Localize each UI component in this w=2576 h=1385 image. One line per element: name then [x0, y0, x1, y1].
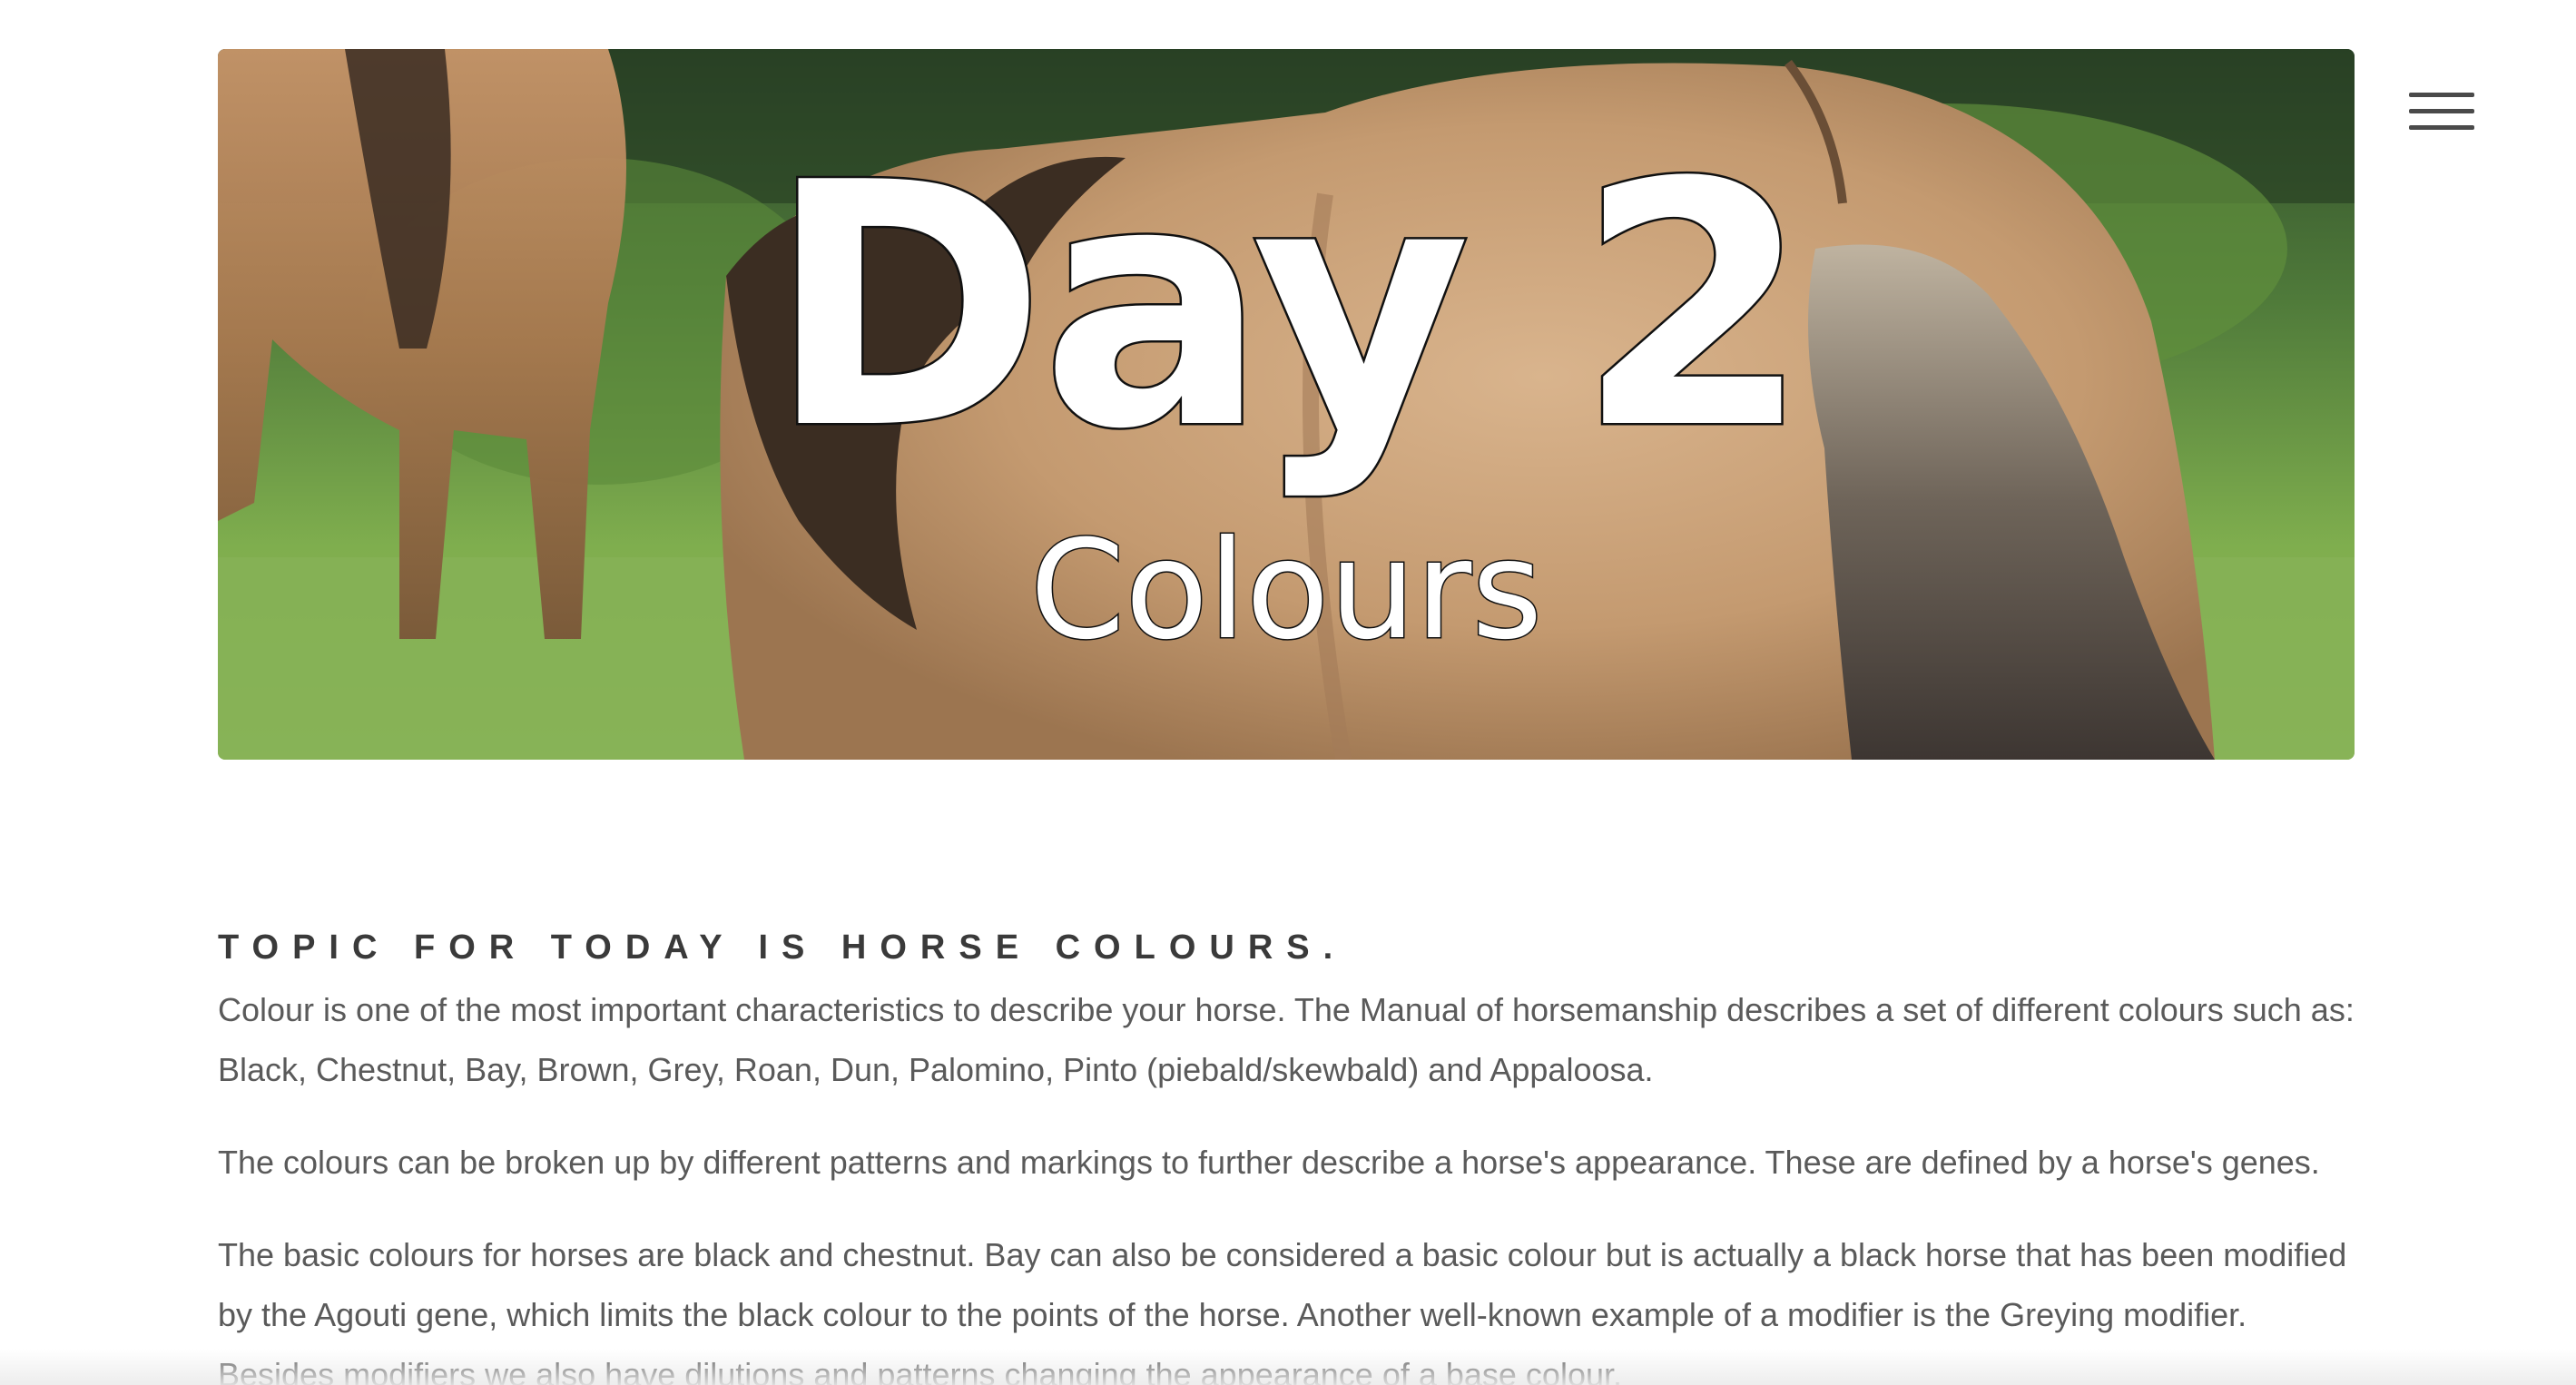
- article-content: Topic for today is horse colours. Colour…: [218, 924, 2360, 1385]
- menu-bar: [2409, 93, 2474, 97]
- hamburger-menu-icon[interactable]: [2405, 89, 2478, 136]
- hero-banner: Day 2 Colours: [218, 49, 2355, 760]
- page: Day 2 Colours Topic for today is horse c…: [0, 0, 2576, 1385]
- menu-bar: [2409, 109, 2474, 113]
- section-heading: Topic for today is horse colours.: [218, 928, 1347, 967]
- hero-title: Day 2: [765, 113, 1813, 503]
- menu-bar: [2409, 125, 2474, 130]
- paragraph: The basic colours for horses are black a…: [218, 1236, 2347, 1385]
- paragraph: The colours can be broken up by differen…: [218, 1144, 2320, 1181]
- paragraph: Colour is one of the most important char…: [218, 991, 2355, 1088]
- hero-subtitle: Colours: [1028, 512, 1544, 670]
